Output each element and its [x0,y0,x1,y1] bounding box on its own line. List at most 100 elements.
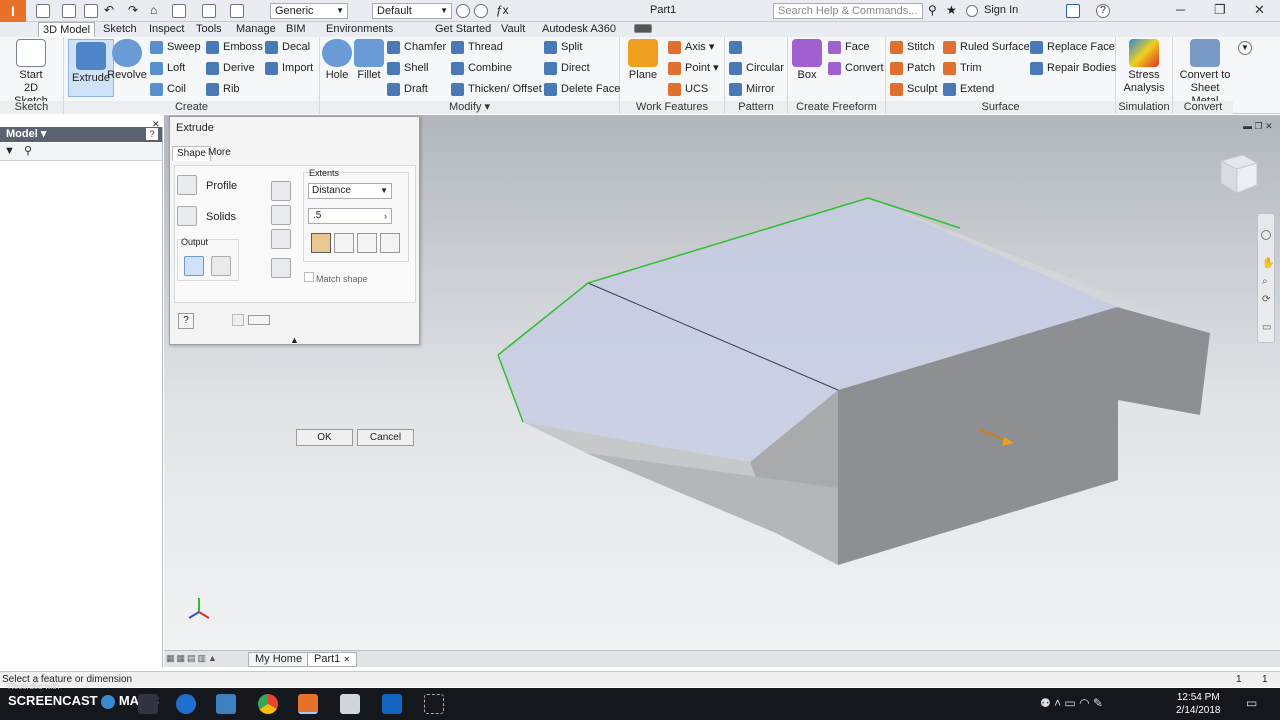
direction-default-button[interactable] [311,233,331,253]
loft-button[interactable]: Loft [150,59,185,77]
match-shape-checkbox[interactable] [304,272,314,282]
viewcube[interactable] [1215,153,1261,197]
browser-close-icon[interactable]: ✕ [152,119,160,130]
tab-environments[interactable]: Environments [322,22,397,37]
binoculars-icon[interactable]: ⚲ [928,4,942,18]
new-icon[interactable] [36,4,50,18]
tab-part1[interactable]: Part1 ✕ [307,652,358,667]
tab-more[interactable]: More [204,146,235,161]
import-button[interactable]: Import [265,59,313,77]
look-at-icon[interactable]: ▭ [1262,322,1271,333]
fillet-button[interactable]: Fillet [346,39,392,82]
orbit-icon[interactable]: ⟳ [1262,294,1270,305]
extend-button[interactable]: Extend [943,80,994,98]
chrome-icon[interactable] [258,694,278,714]
navigation-bar[interactable]: ✋ ⌕ ⟳ ▭ [1257,213,1275,343]
extents-select[interactable]: Distance ▼ [308,183,392,199]
derive-button[interactable]: Derive [206,59,255,77]
box-button[interactable]: Box [784,39,830,82]
zoom-icon[interactable]: ⌕ [1262,276,1268,287]
direct-button[interactable]: Direct [544,59,590,77]
star-icon[interactable]: ★ [946,4,960,18]
solid-output-button[interactable] [184,256,204,276]
tab-vault[interactable]: Vault [497,22,529,37]
tab-my-home[interactable]: My Home [248,652,310,667]
trim-button[interactable]: Trim [943,59,982,77]
rectangular-pattern-button[interactable] [729,38,746,56]
tab-autodesk-a360[interactable]: Autodesk A360 [538,22,620,37]
select-icon[interactable] [230,4,244,18]
adjust-icon[interactable] [456,4,470,18]
tab-sketch[interactable]: Sketch [99,22,141,37]
redo-icon[interactable]: ↷ [128,4,142,18]
stress-analysis-button[interactable]: Stress Analysis [1121,39,1167,95]
decal-button[interactable]: Decal [265,38,310,56]
ok-button[interactable]: OK [296,429,353,446]
user-icon[interactable] [966,5,978,17]
chamfer-button[interactable]: Chamfer [387,38,446,56]
open-icon[interactable] [62,4,76,18]
panel-toggle-icon[interactable] [634,24,652,33]
ruled-surface-button[interactable]: Ruled Surface [943,38,1030,56]
split-button[interactable]: Split [544,38,582,56]
dialog-collapse-icon[interactable]: ▲ [290,335,299,345]
profile-select-icon[interactable] [177,175,197,195]
snip-icon[interactable] [424,694,444,714]
circular-button[interactable]: Circular [729,59,784,77]
find-icon[interactable]: ⚲ [24,144,32,157]
new-solid-button[interactable] [271,258,291,278]
clear-icon[interactable] [474,4,488,18]
emboss-button[interactable]: Emboss [206,38,263,56]
home-icon[interactable]: ⌂ [150,4,164,18]
save-icon[interactable] [84,4,98,18]
appearance-select[interactable]: Generic ▼ [270,3,348,19]
tab-bim[interactable]: BIM [282,22,310,37]
material-select[interactable]: Default ▼ [372,3,452,19]
solids-select-icon[interactable] [177,206,197,226]
replace-face-button[interactable]: Replace Face [1030,38,1115,56]
task-view-icon[interactable] [138,694,158,714]
direction-flipped-button[interactable] [334,233,354,253]
axis-button[interactable]: Axis ▾ [668,38,714,56]
distance-input[interactable]: .5 › [308,208,392,224]
help-icon[interactable]: ? [1096,4,1110,18]
join-button[interactable] [271,181,291,201]
thread-button[interactable]: Thread [451,38,503,56]
direction-asymmetric-button[interactable] [380,233,400,253]
surface-output-button[interactable] [211,256,231,276]
convert-sheet-metal-button[interactable]: Convert to Sheet Metal [1177,39,1233,108]
tab-3d-model[interactable]: 3D Model [38,22,96,37]
sign-in-link[interactable]: Sign In [984,4,1018,16]
outlook-icon[interactable] [382,694,402,714]
projects-icon[interactable] [172,4,186,18]
preview-checkbox[interactable] [232,314,244,326]
exchange-icon[interactable] [1066,4,1080,18]
viewport-controls[interactable]: ▬ ❐ ✕ [1243,121,1273,132]
app-icon[interactable] [340,694,360,714]
tab-get-started[interactable]: Get Started [431,22,495,37]
modify-panel-label[interactable]: Modify ▾ [320,101,619,114]
fx-icon[interactable]: ƒx [496,4,510,18]
tab-inspect[interactable]: Inspect [145,22,188,37]
search-input[interactable]: Search Help & Commands... [773,3,923,19]
coil-button[interactable]: Coil [150,80,186,98]
delete-face-button[interactable]: Delete Face [544,80,620,98]
pan-icon[interactable]: ✋ [1262,258,1274,269]
glasses-icon[interactable] [248,315,270,325]
tab-tools[interactable]: Tools [192,22,226,37]
stitch-button[interactable]: Stitch [890,38,935,56]
face-button[interactable]: Face [828,38,869,56]
update-icon[interactable] [202,4,216,18]
convert-button[interactable]: Convert [828,59,884,77]
edge-icon[interactable] [176,694,196,714]
minimize-icon[interactable]: ─ [1176,2,1185,17]
filter-icon[interactable]: ▼ [4,145,15,157]
ucs-button[interactable]: UCS [668,80,708,98]
tray-icons[interactable]: ⚉ ˄ ▭ ◠ ✎ [1040,696,1103,710]
mirror-button[interactable]: Mirror [729,80,775,98]
close-icon[interactable]: ✕ [1254,2,1265,18]
steering-wheel-icon[interactable] [1261,230,1271,240]
thicken-offset-button[interactable]: Thicken/ Offset [451,80,542,98]
point-button[interactable]: Point ▾ [668,59,719,77]
undo-icon[interactable]: ↶ [104,4,118,18]
